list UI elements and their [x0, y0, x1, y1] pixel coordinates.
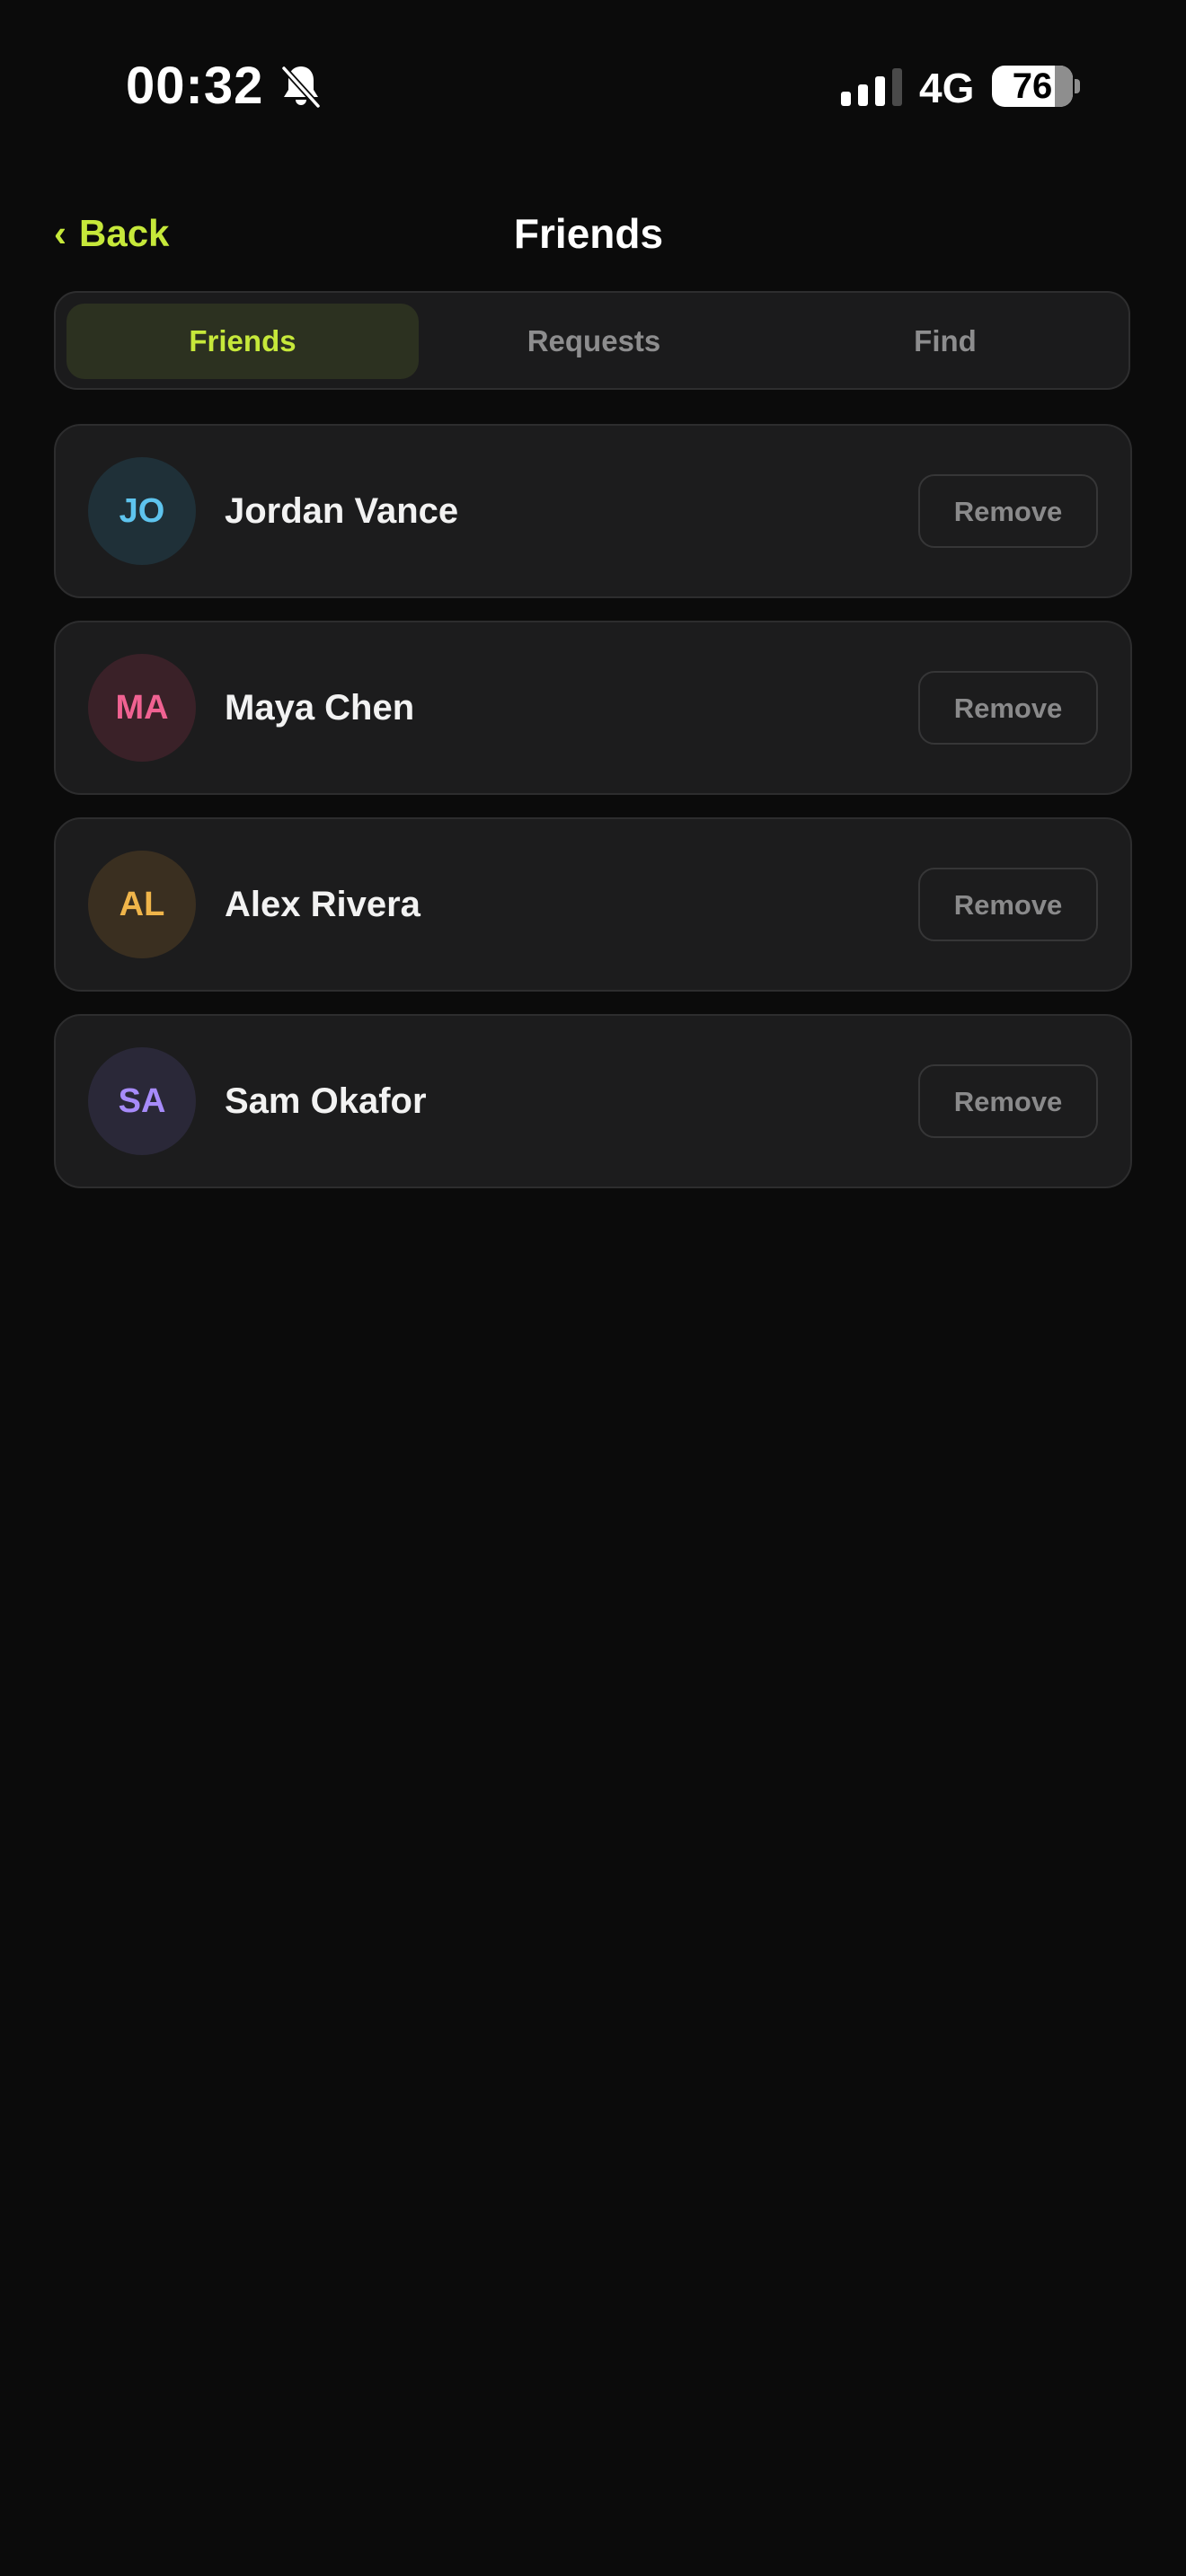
- remove-friend-button[interactable]: Remove: [918, 474, 1098, 548]
- tab-bar: Friends Requests Find: [54, 291, 1130, 390]
- tab-find[interactable]: Find: [769, 304, 1121, 379]
- bell-slash-icon: [280, 65, 322, 110]
- avatar: JO: [88, 457, 196, 565]
- battery-level: 76: [1012, 66, 1053, 106]
- remove-friend-button[interactable]: Remove: [918, 868, 1098, 941]
- friend-name: Maya Chen: [225, 688, 415, 728]
- tab-requests[interactable]: Requests: [418, 304, 770, 379]
- network-type: 4G: [919, 65, 975, 111]
- page-title: Friends: [513, 210, 664, 257]
- battery-icon: 76: [992, 66, 1073, 107]
- remove-friend-button[interactable]: Remove: [918, 1064, 1098, 1138]
- battery-tip: [1075, 79, 1080, 93]
- friend-name: Sam Okafor: [225, 1081, 427, 1121]
- friend-name: Jordan Vance: [225, 491, 459, 531]
- friend-card: SA Sam Okafor Remove: [54, 1014, 1132, 1188]
- friend-name: Alex Rivera: [225, 885, 420, 924]
- friend-list: JO Jordan Vance Remove MA Maya Chen Remo…: [54, 424, 1132, 1211]
- avatar: MA: [88, 654, 196, 762]
- status-bar: 00:32 4G 76: [0, 0, 1186, 171]
- avatar: SA: [88, 1047, 196, 1155]
- friend-card: JO Jordan Vance Remove: [54, 424, 1132, 598]
- tab-friends[interactable]: Friends: [66, 304, 419, 379]
- avatar: AL: [88, 851, 196, 958]
- remove-friend-button[interactable]: Remove: [918, 671, 1098, 745]
- status-time: 00:32: [126, 57, 264, 115]
- friend-card: MA Maya Chen Remove: [54, 621, 1132, 795]
- cellular-signal-icon: [841, 68, 902, 106]
- friend-card: AL Alex Rivera Remove: [54, 817, 1132, 992]
